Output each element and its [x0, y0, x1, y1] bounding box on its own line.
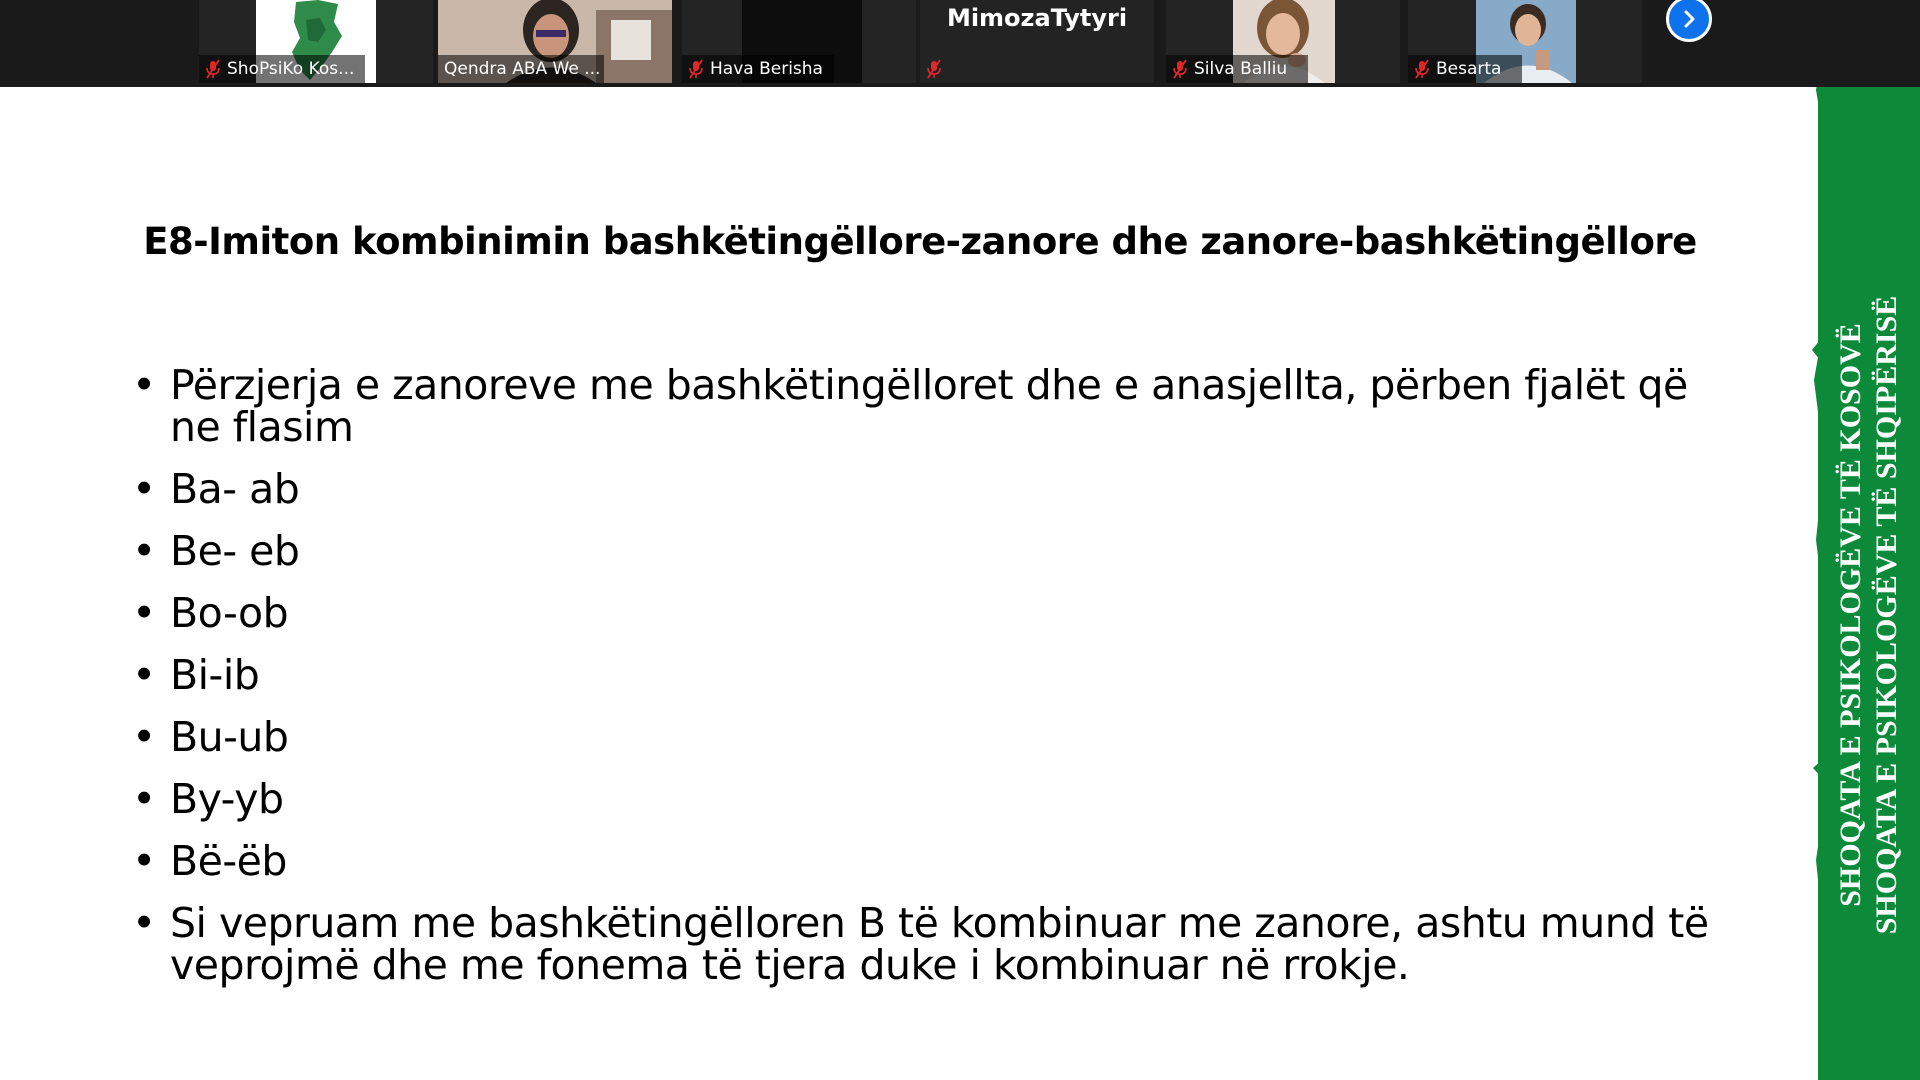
- participant-name: Besarta: [1436, 59, 1502, 79]
- participant-name-bar: Silva Balliu: [1166, 55, 1308, 83]
- participant-name: Silva Balliu: [1194, 59, 1288, 79]
- participant-name: ShoPsiKo Kos...: [227, 59, 355, 79]
- participant-tile-qendra-aba[interactable]: Qendra ABA We ...: [438, 0, 672, 83]
- zoom-meeting-window: ShoPsiKo Kos... Qendra ABA We ... Hava B…: [0, 0, 1920, 1080]
- microphone-muted-icon: [1172, 59, 1188, 79]
- banner-line-kosovo: SHOQATA E PSIKOLOGËVE TË KOSOVË: [1835, 323, 1867, 907]
- microphone-muted-icon: [926, 59, 942, 79]
- slide-title: E8-Imiton kombinimin bashkëtingëllore-za…: [143, 220, 1697, 263]
- participant-tile-hava-berisha[interactable]: Hava Berisha: [682, 0, 916, 83]
- slide-bullet: Be- eb: [130, 530, 1720, 572]
- chevron-right-icon: [1684, 10, 1695, 28]
- shared-slide: E8-Imiton kombinimin bashkëtingëllore-za…: [0, 87, 1820, 1080]
- participant-name-bar: [920, 55, 956, 83]
- banner-text: SHOQATA E PSIKOLOGËVE TË KOSOVË SHOQATA …: [1834, 255, 1920, 975]
- slide-bullet: Bi-ib: [130, 654, 1720, 696]
- slide-bullet-list: Përzjerja e zanoreve me bashkëtingëllore…: [130, 364, 1720, 1006]
- participant-tile-mimoza-tytyri[interactable]: MimozaTytyri: [920, 0, 1154, 83]
- participant-tile-besarta[interactable]: Besarta: [1408, 0, 1642, 83]
- banner-line-albania: SHOQATA E PSIKOLOGËVE TË SHQIPËRISË: [1870, 296, 1903, 935]
- microphone-muted-icon: [1414, 59, 1430, 79]
- participant-tile-shopsiko[interactable]: ShoPsiKo Kos...: [199, 0, 433, 83]
- participant-name: Qendra ABA We ...: [444, 59, 601, 79]
- next-participants-button[interactable]: [1666, 0, 1712, 42]
- participant-strip: ShoPsiKo Kos... Qendra ABA We ... Hava B…: [0, 0, 1920, 87]
- slide-bullet: Si vepruam me bashkëtingëlloren B të kom…: [130, 902, 1720, 986]
- participant-name-bar: ShoPsiKo Kos...: [199, 55, 365, 83]
- microphone-muted-icon: [205, 59, 221, 79]
- slide-bullet: Ba- ab: [130, 468, 1720, 510]
- slide-bullet: Bë-ëb: [130, 840, 1720, 882]
- participant-name-bar: Hava Berisha: [682, 55, 834, 83]
- slide-bullet: Bo-ob: [130, 592, 1720, 634]
- participant-name-bar: Besarta: [1408, 55, 1522, 83]
- slide-bullet: By-yb: [130, 778, 1720, 820]
- participant-display-name: MimozaTytyri: [946, 4, 1128, 32]
- microphone-muted-icon: [688, 59, 704, 79]
- slide-bullet: Bu-ub: [130, 716, 1720, 758]
- slide-bullet: Përzjerja e zanoreve me bashkëtingëllore…: [130, 364, 1720, 448]
- participant-name-bar: Qendra ABA We ...: [438, 55, 604, 83]
- participant-name: Hava Berisha: [710, 59, 823, 79]
- participant-tile-silva-balliu[interactable]: Silva Balliu: [1166, 0, 1400, 83]
